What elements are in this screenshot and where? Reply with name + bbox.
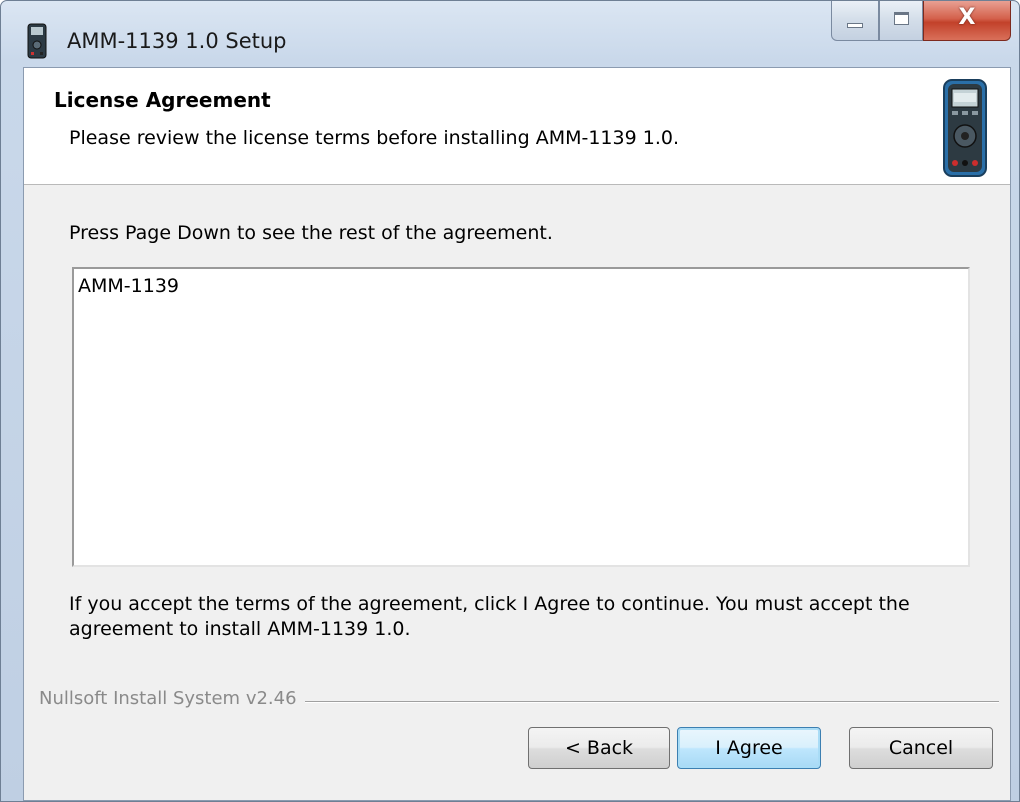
back-button[interactable]: < Back xyxy=(528,727,670,769)
cancel-button[interactable]: Cancel xyxy=(849,727,993,769)
page-down-instruction: Press Page Down to see the rest of the a… xyxy=(69,222,553,244)
installer-brand: Nullsoft Install System v2.46 xyxy=(39,688,305,709)
page-title: License Agreement xyxy=(54,88,271,112)
maximize-button[interactable] xyxy=(879,1,923,41)
minimize-icon xyxy=(847,23,863,28)
page-header: License Agreement Please review the lice… xyxy=(24,68,1010,185)
page-subtitle: Please review the license terms before i… xyxy=(69,127,679,149)
license-text-area[interactable]: AMM-1139 xyxy=(72,267,970,567)
caption-buttons: X xyxy=(831,1,1011,43)
close-button[interactable]: X xyxy=(923,1,1011,41)
i-agree-button[interactable]: I Agree xyxy=(677,727,821,769)
window-title: AMM-1139 1.0 Setup xyxy=(67,29,287,53)
close-icon: X xyxy=(958,5,976,30)
minimize-button[interactable] xyxy=(831,1,879,41)
title-bar[interactable]: AMM-1139 1.0 Setup X xyxy=(1,1,1019,67)
multimeter-icon xyxy=(27,23,47,59)
dialog-client-area: License Agreement Please review the lice… xyxy=(23,67,1011,801)
multimeter-icon xyxy=(943,79,987,177)
setup-window: AMM-1139 1.0 Setup X License Agreement P… xyxy=(0,0,1020,802)
accept-instructions: If you accept the terms of the agreement… xyxy=(69,593,910,640)
maximize-icon xyxy=(894,12,909,25)
